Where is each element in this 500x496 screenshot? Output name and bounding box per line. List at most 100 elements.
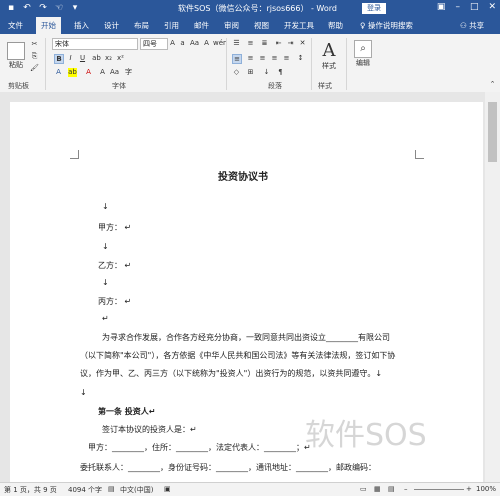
redo-icon[interactable]: ↷ <box>38 2 48 14</box>
tab-references[interactable]: 引用 <box>164 20 179 31</box>
paste-label: 粘贴 <box>9 61 23 69</box>
tab-developer[interactable]: 开发工具 <box>284 20 314 31</box>
tab-help[interactable]: 帮助 <box>328 20 343 31</box>
char-shading-icon[interactable]: A <box>98 68 107 77</box>
zoom-in-icon[interactable]: + <box>466 485 472 493</box>
font-color-icon[interactable]: A <box>84 68 93 77</box>
multilevel-icon[interactable]: ≣ <box>260 39 269 48</box>
language-status[interactable]: 中文(中国) <box>120 485 153 495</box>
char-border-icon[interactable]: Aa <box>110 68 119 77</box>
section-heading: 第一条 投资人↵ <box>98 407 156 416</box>
phonetic-icon[interactable]: wén <box>213 39 227 48</box>
decrease-indent-icon[interactable]: ⇤ <box>274 39 283 48</box>
tab-home[interactable]: 开始 <box>36 17 61 34</box>
doc-line: 丙方： ↵ <box>98 297 132 306</box>
save-icon[interactable]: ▪ <box>6 2 16 14</box>
highlight-icon[interactable]: ab <box>68 68 77 77</box>
scroll-thumb[interactable] <box>488 102 497 162</box>
tell-me-label: 操作说明搜索 <box>367 21 413 30</box>
zoom-level[interactable]: 100% <box>476 485 496 493</box>
login-button[interactable]: 登录 <box>362 3 386 14</box>
maximize-icon[interactable]: □ <box>470 2 479 12</box>
zoom-slider[interactable] <box>414 489 464 490</box>
tab-layout[interactable]: 布局 <box>134 20 149 31</box>
tab-view[interactable]: 视图 <box>254 20 269 31</box>
clear-format-icon[interactable]: A <box>202 39 211 48</box>
tab-design[interactable]: 设计 <box>104 20 119 31</box>
italic-icon[interactable]: I <box>66 54 75 63</box>
proofing-icon[interactable]: ▤ <box>108 485 115 493</box>
ribbon-tabs: 文件 开始 插入 设计 布局 引用 邮件 审阅 视图 开发工具 帮助 ♀ 操作说… <box>0 17 500 34</box>
shading-icon[interactable]: ◇ <box>232 68 241 77</box>
watermark: 软件SOS <box>305 418 427 453</box>
divider <box>311 38 312 90</box>
doc-line: ↓ <box>80 388 87 397</box>
underline-icon[interactable]: U <box>78 54 87 63</box>
strikethrough-icon[interactable]: ab <box>92 54 101 63</box>
paste-button[interactable]: 粘贴 <box>6 42 26 70</box>
copy-icon[interactable]: ⎘ <box>30 52 39 61</box>
align-left-icon[interactable]: ≡ <box>232 54 242 64</box>
tell-me-search[interactable]: ♀ 操作说明搜索 <box>360 20 413 31</box>
text-effects-icon[interactable]: A <box>54 68 63 77</box>
clipboard-group-label: 剪贴板 <box>8 82 29 90</box>
tab-mailings[interactable]: 邮件 <box>194 20 209 31</box>
tab-review[interactable]: 审阅 <box>224 20 239 31</box>
superscript-icon[interactable]: x² <box>116 54 125 63</box>
customize-icon[interactable]: ▾ <box>70 2 80 14</box>
asian-layout-icon[interactable]: ✕ <box>298 39 307 48</box>
distributed-icon[interactable]: ≡ <box>282 54 291 63</box>
format-painter-icon[interactable]: 🖌 <box>30 64 39 73</box>
shrink-font-icon[interactable]: a <box>178 39 187 48</box>
bullets-icon[interactable]: ☰ <box>232 39 241 48</box>
borders-icon[interactable]: ⊞ <box>246 68 255 77</box>
zoom-out-icon[interactable]: – <box>404 485 408 493</box>
grow-font-icon[interactable]: A <box>168 39 177 48</box>
tab-insert[interactable]: 插入 <box>74 20 89 31</box>
share-label: 共享 <box>469 21 485 30</box>
paragraph-group-label: 段落 <box>268 82 282 90</box>
sort-icon[interactable]: ↓ <box>262 68 271 77</box>
tab-file[interactable]: 文件 <box>8 20 23 31</box>
show-marks-icon[interactable]: ¶ <box>276 68 285 77</box>
collapse-ribbon-icon[interactable]: ⌃ <box>488 80 497 89</box>
change-case-icon[interactable]: Aa <box>190 39 199 48</box>
touch-icon[interactable]: ☜ <box>54 2 64 14</box>
divider <box>346 38 347 90</box>
numbering-icon[interactable]: ≡ <box>246 39 255 48</box>
subscript-icon[interactable]: x₂ <box>104 54 113 63</box>
doc-line: 甲方： ↵ <box>98 223 132 232</box>
doc-line: ↓ <box>102 202 109 211</box>
print-layout-icon[interactable]: ▦ <box>374 485 381 493</box>
line-spacing-icon[interactable]: ↕ <box>296 54 305 63</box>
margin-mark <box>70 150 79 159</box>
font-name-select[interactable]: 宋体 <box>52 38 138 50</box>
increase-indent-icon[interactable]: ⇥ <box>286 39 295 48</box>
close-icon[interactable]: ✕ <box>488 2 496 12</box>
divider <box>226 38 227 90</box>
styles-button[interactable]: A 样式 <box>316 40 342 71</box>
bold-icon[interactable]: B <box>54 54 64 64</box>
share-button[interactable]: ⚇ 共享 <box>460 20 484 31</box>
ribbon-display-icon[interactable]: ▣ <box>437 2 446 12</box>
undo-icon[interactable]: ↶ <box>22 2 32 14</box>
enclose-char-icon[interactable]: 字 <box>124 68 133 77</box>
macro-icon[interactable]: ▣ <box>164 485 171 493</box>
font-size-select[interactable]: 四号 <box>140 38 168 50</box>
read-mode-icon[interactable]: ▭ <box>360 485 367 493</box>
document-title: 投资协议书 <box>218 172 268 183</box>
word-count[interactable]: 4094 个字 <box>68 485 102 495</box>
editing-button[interactable]: ⌕ 编辑 <box>352 40 374 68</box>
vertical-scrollbar[interactable] <box>485 92 500 482</box>
status-bar: 第 1 页，共 9 页 4094 个字 ▤ 中文(中国) ▣ ▭ ▦ ▤ – +… <box>0 482 500 496</box>
editing-label: 编辑 <box>356 59 370 67</box>
web-layout-icon[interactable]: ▤ <box>388 485 395 493</box>
justify-icon[interactable]: ≡ <box>270 54 279 63</box>
cut-icon[interactable]: ✂ <box>30 40 39 49</box>
minimize-icon[interactable]: – <box>455 2 460 12</box>
align-right-icon[interactable]: ≡ <box>258 54 267 63</box>
align-center-icon[interactable]: ≡ <box>246 54 255 63</box>
page-count[interactable]: 第 1 页，共 9 页 <box>4 485 57 495</box>
divider <box>45 38 46 90</box>
doc-line: 委托联系人：________，身份证号码：________，通讯地址：_____… <box>80 463 376 472</box>
